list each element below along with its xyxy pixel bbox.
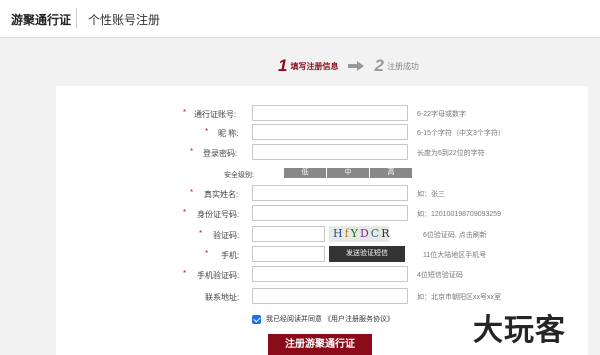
captcha-image[interactable]: HfYDCR [329, 226, 389, 242]
password-hint: 长度为6到22位的字符 [417, 150, 485, 157]
security-level-high: 高 [370, 168, 412, 178]
watermark-logo: 大玩客 [473, 314, 566, 347]
security-label: 安全级别: [224, 172, 254, 179]
phone-input[interactable] [252, 246, 325, 262]
account-input[interactable] [252, 105, 408, 121]
password-label: 登录密码: [203, 149, 238, 158]
step-1-number: 1 [278, 56, 288, 75]
phone-hint: 11位大陆地区手机号 [423, 252, 487, 259]
address-hint: 如：北京市朝阳区xx号xx室 [417, 294, 501, 301]
required-mark: * [183, 269, 187, 278]
security-level-row: 安全级别: 低 中 高 [56, 166, 588, 183]
brand-title[interactable]: 游聚通行证 [11, 11, 71, 28]
idcard-row: * 身份证号码: 如：120100198709093259 [56, 205, 588, 222]
password-input[interactable] [252, 144, 408, 160]
captcha-char: H [333, 227, 345, 240]
arrow-right-icon [348, 61, 365, 71]
required-mark: * [183, 108, 187, 117]
header-divider [76, 8, 77, 28]
sms-code-input[interactable] [252, 266, 408, 282]
top-bar: 游聚通行证 个性账号注册 [0, 0, 600, 38]
realname-input[interactable] [252, 185, 408, 201]
send-sms-button[interactable]: 发送验证短信 [329, 246, 405, 262]
step-2-number: 2 [374, 56, 384, 75]
captcha-input[interactable] [252, 226, 325, 242]
account-hint: 6-22字母或数字 [417, 111, 467, 118]
nickname-input[interactable] [252, 124, 408, 140]
captcha-char: Y [350, 227, 360, 240]
security-level-low: 低 [284, 168, 326, 178]
required-mark: * [183, 208, 187, 217]
idcard-hint: 如：120100198709093259 [417, 211, 502, 218]
step-indicator: 1 填写注册信息 2 注册成功 [278, 56, 419, 76]
captcha-char: C [370, 227, 382, 240]
register-submit-button[interactable]: 注册游聚通行证 [268, 334, 372, 355]
nickname-hint: 6-15个字符（中文3个字符） [417, 130, 505, 137]
sms-code-row: * 手机验证码: 4位短信验证码 [56, 266, 588, 283]
address-input[interactable] [252, 288, 408, 304]
realname-label: 真实姓名: [204, 190, 239, 199]
phone-label: 手机: [221, 251, 240, 260]
captcha-char: R [381, 227, 392, 240]
step-2-label: 注册成功 [386, 61, 419, 71]
agree-text: 我已经阅读并同意 [266, 316, 322, 323]
agree-checkbox[interactable] [252, 314, 261, 324]
required-mark: * [190, 147, 194, 156]
required-mark: * [205, 127, 209, 136]
account-row: * 通行证账号: 6-22字母或数字 [56, 105, 588, 122]
required-mark: * [199, 229, 203, 238]
nickname-row: * 昵 称: 6-15个字符（中文3个字符） [56, 124, 588, 141]
sms-code-hint: 4位短信验证码 [417, 272, 463, 279]
address-label: 联系地址: [205, 293, 240, 302]
security-level-mid: 中 [327, 168, 369, 178]
step-1-label: 填写注册信息 [290, 61, 339, 71]
realname-hint: 如：张三 [417, 191, 445, 198]
captcha-char: D [359, 227, 371, 240]
page-title: 个性账号注册 [88, 13, 161, 27]
address-row: 联系地址: 如：北京市朝阳区xx号xx室 [56, 288, 588, 305]
captcha-hint: 6位验证码, 点击刷新 [423, 232, 487, 239]
phone-row: * 手机: 发送验证短信 11位大陆地区手机号 [56, 246, 588, 263]
nickname-label: 昵 称: [218, 129, 239, 138]
terms-link[interactable]: 《用户注册服务协议》 [324, 314, 394, 324]
captcha-label: 验证码: [213, 231, 240, 240]
sms-code-label: 手机验证码: [197, 271, 240, 280]
required-mark: * [205, 249, 209, 258]
captcha-row: * 验证码: HfYDCR 6位验证码, 点击刷新 [56, 226, 588, 243]
idcard-input[interactable] [252, 205, 408, 221]
account-label: 通行证账号: [194, 110, 237, 119]
realname-row: * 真实姓名: 如：张三 [56, 185, 588, 202]
agreement-row: 我已经阅读并同意 《用户注册服务协议》 [252, 313, 394, 325]
idcard-label: 身份证号码: [197, 210, 240, 219]
required-mark: * [190, 188, 194, 197]
password-row: * 登录密码: 长度为6到22位的字符 [56, 144, 588, 161]
